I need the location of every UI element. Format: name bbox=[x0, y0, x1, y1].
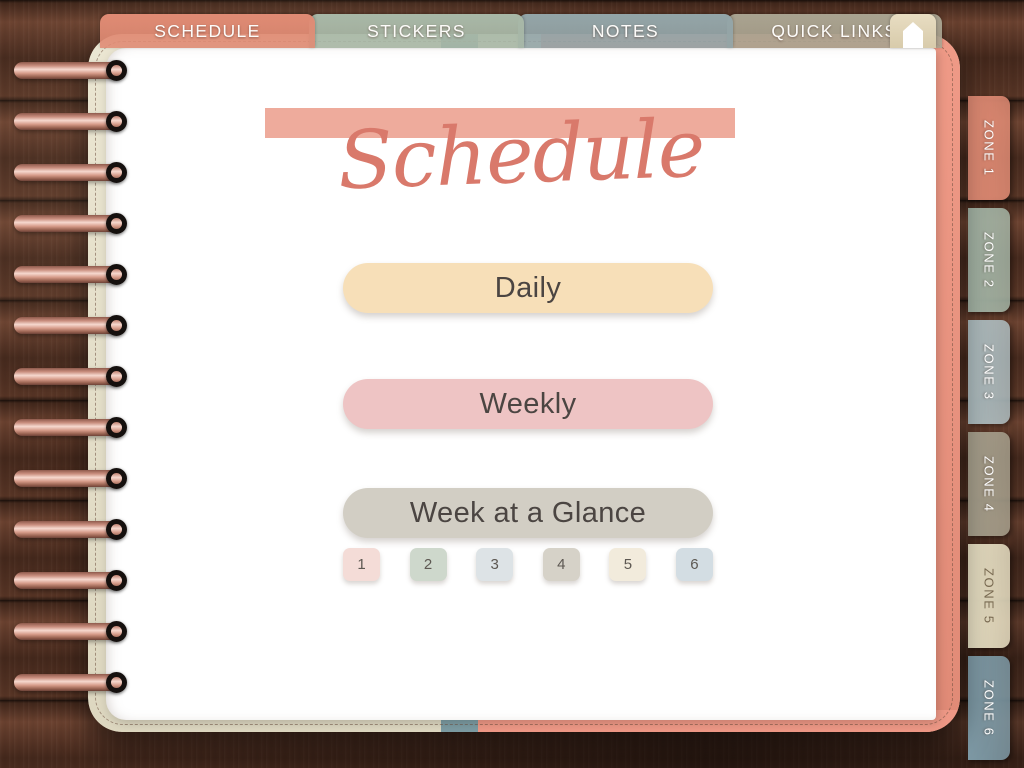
week-at-a-glance-button[interactable]: Week at a Glance bbox=[343, 488, 713, 538]
top-tab-bar: SCHEDULE STICKERS NOTES QUICK LINKS bbox=[100, 14, 942, 48]
home-icon bbox=[903, 22, 923, 48]
zone-tab-4[interactable]: ZONE 4 bbox=[968, 432, 1010, 536]
week-chip-label: 5 bbox=[623, 556, 633, 573]
week-chip-label: 4 bbox=[557, 556, 566, 573]
week-chip-label: 2 bbox=[423, 556, 433, 573]
zone-tab-label: ZONE 4 bbox=[981, 455, 997, 513]
zone-tab-1[interactable]: ZONE 1 bbox=[968, 96, 1010, 200]
page-title: Schedule bbox=[336, 101, 706, 208]
zone-tab-label: ZONE 3 bbox=[981, 343, 997, 401]
tab-schedule[interactable]: SCHEDULE bbox=[100, 14, 315, 48]
home-tab[interactable] bbox=[890, 14, 936, 48]
week-chip-6[interactable]: 6 bbox=[675, 548, 713, 581]
week-chip-3[interactable]: 3 bbox=[476, 548, 514, 581]
tab-schedule-label: SCHEDULE bbox=[154, 20, 261, 41]
week-chip-5[interactable]: 5 bbox=[609, 548, 647, 581]
week-chip-label: 3 bbox=[490, 556, 499, 573]
week-chip-1[interactable]: 1 bbox=[343, 548, 380, 581]
zone-tab-strip: ZONE 1 ZONE 2 ZONE 3 ZONE 4 ZONE 5 ZONE 6 bbox=[968, 96, 1024, 768]
zone-tab-3[interactable]: ZONE 3 bbox=[968, 320, 1010, 424]
tab-notes[interactable]: NOTES bbox=[518, 14, 733, 48]
page-title-area: Schedule bbox=[106, 100, 936, 220]
zone-tab-2[interactable]: ZONE 2 bbox=[968, 208, 1010, 312]
zone-tab-label: ZONE 6 bbox=[981, 679, 997, 737]
tab-quick-links-label: QUICK LINKS bbox=[771, 20, 898, 41]
daily-button[interactable]: Daily bbox=[343, 263, 713, 313]
zone-tab-6[interactable]: ZONE 6 bbox=[968, 656, 1010, 760]
week-chip-4[interactable]: 4 bbox=[542, 548, 580, 581]
planner-page: Schedule Daily Weekly Week at a Glance 1… bbox=[106, 48, 936, 720]
daily-button-label: Daily bbox=[494, 271, 562, 304]
week-chip-label: 6 bbox=[690, 556, 699, 573]
week-chip-label: 1 bbox=[357, 556, 366, 573]
tab-notes-label: NOTES bbox=[591, 20, 660, 41]
week-chip-2[interactable]: 2 bbox=[409, 548, 447, 581]
zone-tab-label: ZONE 5 bbox=[981, 567, 997, 625]
weekly-button-label: Weekly bbox=[479, 387, 577, 420]
weekly-button[interactable]: Weekly bbox=[343, 379, 713, 429]
zone-tab-label: ZONE 1 bbox=[981, 119, 997, 177]
tab-stickers-label: STICKERS bbox=[367, 20, 466, 41]
week-number-chips: 1 2 3 4 5 6 bbox=[343, 548, 713, 581]
zone-tab-label: ZONE 2 bbox=[981, 231, 997, 289]
tab-stickers[interactable]: STICKERS bbox=[309, 14, 524, 48]
week-at-a-glance-button-label: Week at a Glance bbox=[409, 496, 647, 529]
zone-tab-5[interactable]: ZONE 5 bbox=[968, 544, 1010, 648]
